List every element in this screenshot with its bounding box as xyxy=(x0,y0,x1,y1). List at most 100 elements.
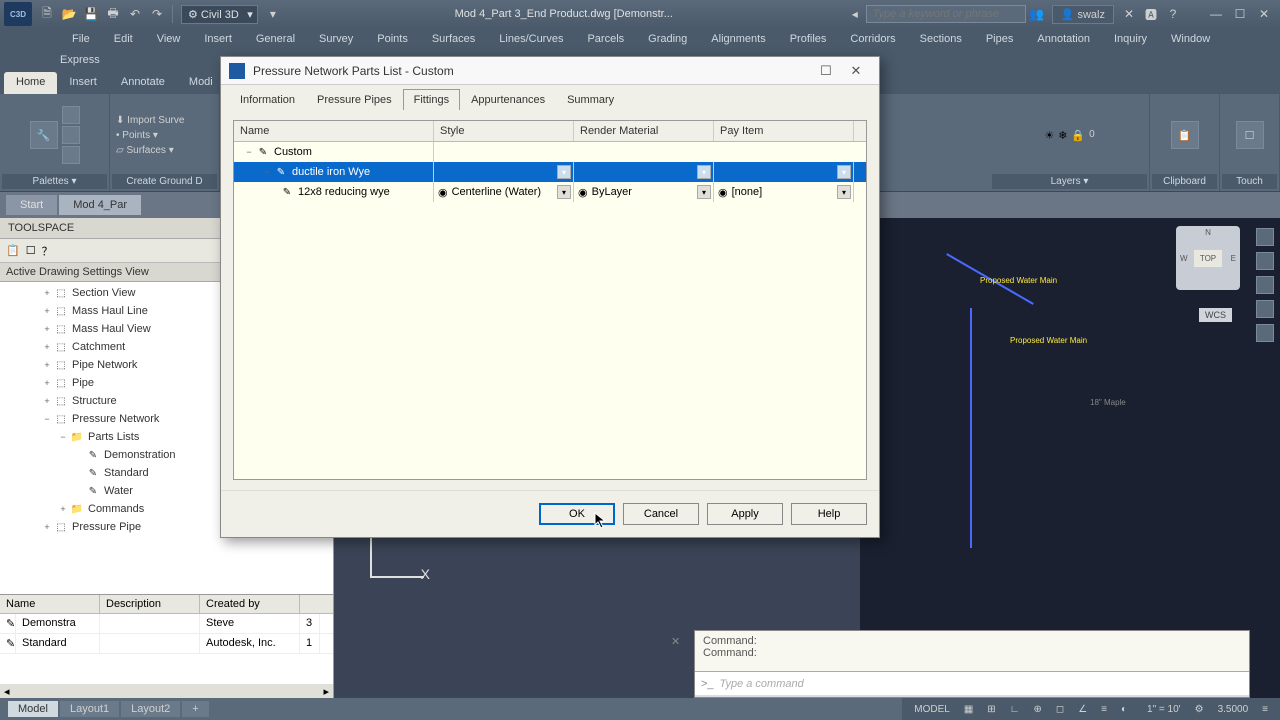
lineweight-icon[interactable]: ≡ xyxy=(1097,704,1111,715)
menu-pipes[interactable]: Pipes xyxy=(974,28,1026,50)
touch-icon[interactable]: ☐ xyxy=(1236,121,1264,149)
qat-redo-icon[interactable]: ↷ xyxy=(147,4,167,24)
command-line[interactable]: ✕ Command: Command: >_ Type a command xyxy=(694,630,1250,698)
file-tab[interactable]: Start xyxy=(6,195,57,215)
points-button[interactable]: • Points ▾ xyxy=(116,130,158,141)
ts-btn-icon[interactable]: ☐ xyxy=(26,244,36,257)
cell-dropdown-icon[interactable]: ▾ xyxy=(697,165,711,179)
menu-file[interactable]: File xyxy=(60,28,102,50)
menu-edit[interactable]: Edit xyxy=(102,28,145,50)
grid-row[interactable]: ✎StandardAutodesk, Inc.1 xyxy=(0,634,333,654)
menu-lines/curves[interactable]: Lines/Curves xyxy=(487,28,575,50)
parts-row[interactable]: ✎12x8 reducing wye◉Centerline (Water)▾◉B… xyxy=(234,182,866,202)
qat-new-icon[interactable]: 🗎 xyxy=(37,4,57,24)
cell-dropdown-icon[interactable]: ▾ xyxy=(557,185,571,199)
parts-row[interactable]: −✎Custom xyxy=(234,142,866,162)
layout-tab[interactable]: Layout1 xyxy=(60,701,119,717)
ok-button[interactable]: OK xyxy=(539,503,615,525)
otrack-icon[interactable]: ∠ xyxy=(1074,704,1091,715)
layout-tab[interactable]: Layout2 xyxy=(121,701,180,717)
scrollbar[interactable]: ◂▸ xyxy=(0,684,333,698)
dialog-tab-pressure-pipes[interactable]: Pressure Pipes xyxy=(306,89,403,110)
menu-inquiry[interactable]: Inquiry xyxy=(1102,28,1159,50)
import-survey-button[interactable]: ⬇ Import Surve xyxy=(116,115,184,126)
pan-icon[interactable] xyxy=(1256,228,1274,246)
cmd-close-icon[interactable]: ✕ xyxy=(671,635,680,648)
menu-corridors[interactable]: Corridors xyxy=(838,28,907,50)
transparency-icon[interactable]: ◐ xyxy=(1117,704,1131,715)
file-tab[interactable]: Mod 4_Par xyxy=(59,195,141,215)
maximize-icon[interactable]: ☐ xyxy=(1228,4,1252,24)
parts-list-grid[interactable]: NameDescriptionCreated by ✎DemonstraStev… xyxy=(0,594,333,684)
ribbon-tab[interactable]: Modi xyxy=(177,72,225,94)
panel-label[interactable]: Clipboard xyxy=(1152,174,1217,189)
close-icon[interactable]: ✕ xyxy=(1252,4,1276,24)
qat-save-icon[interactable]: 💾 xyxy=(81,4,101,24)
menu-annotation[interactable]: Annotation xyxy=(1025,28,1102,50)
ts-btn-icon[interactable]: ？ xyxy=(42,243,53,259)
menu-profiles[interactable]: Profiles xyxy=(778,28,839,50)
workspace-dropdown[interactable]: ⚙ Civil 3D xyxy=(181,5,258,24)
wcs-badge[interactable]: WCS xyxy=(1199,308,1232,322)
panel-btn-icon[interactable] xyxy=(62,106,80,124)
viewcube[interactable]: N W TOP E xyxy=(1176,226,1240,290)
menu-general[interactable]: General xyxy=(244,28,307,50)
viewcube-top[interactable]: TOP xyxy=(1194,250,1222,267)
sun-icon[interactable]: ☀ xyxy=(1044,129,1054,142)
steering-icon[interactable] xyxy=(1256,300,1274,318)
gear-icon[interactable]: ⚙ xyxy=(1191,704,1208,715)
snap-icon[interactable]: ⊞ xyxy=(983,704,999,715)
parts-column-header[interactable]: Render Material xyxy=(574,121,714,141)
autodesk-icon[interactable]: 🅰 xyxy=(1141,4,1161,24)
command-input[interactable]: >_ Type a command xyxy=(695,671,1249,695)
parts-row[interactable]: −✎ductile iron Wye▾▾▾ xyxy=(234,162,866,182)
cell-dropdown-icon[interactable]: ▾ xyxy=(837,165,851,179)
cell-dropdown-icon[interactable]: ▾ xyxy=(557,165,571,179)
layout-tab[interactable]: + xyxy=(182,701,208,717)
parts-column-header[interactable]: Style xyxy=(434,121,574,141)
menu-insert[interactable]: Insert xyxy=(192,28,244,50)
ribbon-tab[interactable]: Insert xyxy=(57,72,109,94)
panel-label[interactable]: Palettes ▾ xyxy=(2,174,107,189)
customize-icon[interactable]: ≡ xyxy=(1258,704,1272,715)
menu-points[interactable]: Points xyxy=(365,28,420,50)
grid-header[interactable]: Description xyxy=(100,595,200,613)
dialog-titlebar[interactable]: Pressure Network Parts List - Custom ☐ ✕ xyxy=(221,57,879,85)
parts-column-header[interactable]: Pay Item xyxy=(714,121,854,141)
panel-label[interactable]: Create Ground D xyxy=(112,174,217,189)
dialog-maximize-icon[interactable]: ☐ xyxy=(811,63,841,79)
search-input[interactable] xyxy=(866,5,1026,23)
panel-label[interactable]: Touch xyxy=(1222,174,1277,189)
freeze-icon[interactable]: ❄ xyxy=(1058,129,1067,142)
cancel-button[interactable]: Cancel xyxy=(623,503,699,525)
infocenter-icon[interactable]: 👥 xyxy=(1027,4,1047,24)
menu-parcels[interactable]: Parcels xyxy=(575,28,636,50)
toolspace-icon[interactable]: 🔧 xyxy=(30,121,58,149)
layout-tab[interactable]: Model xyxy=(8,701,58,717)
qat-share-icon[interactable]: ▾ xyxy=(263,4,283,24)
dialog-tab-appurtenances[interactable]: Appurtenances xyxy=(460,89,556,110)
dialog-close-icon[interactable]: ✕ xyxy=(841,63,871,79)
surfaces-button[interactable]: ▱ Surfaces ▾ xyxy=(116,145,174,156)
apply-button[interactable]: Apply xyxy=(707,503,783,525)
menu-view[interactable]: View xyxy=(145,28,193,50)
menu-surfaces[interactable]: Surfaces xyxy=(420,28,487,50)
grid-row[interactable]: ✎DemonstraSteve3 xyxy=(0,614,333,634)
dialog-tab-summary[interactable]: Summary xyxy=(556,89,625,110)
menu-grading[interactable]: Grading xyxy=(636,28,699,50)
anno-scale[interactable]: 1" = 10' xyxy=(1143,704,1185,715)
menu-sections[interactable]: Sections xyxy=(908,28,974,50)
menu-window[interactable]: Window xyxy=(1159,28,1222,50)
cell-dropdown-icon[interactable]: ▾ xyxy=(837,185,851,199)
polar-icon[interactable]: ⊕ xyxy=(1029,704,1045,715)
nav-left-icon[interactable]: ◂ xyxy=(845,4,865,24)
model-button[interactable]: MODEL xyxy=(910,704,954,715)
grid-header[interactable]: Created by xyxy=(200,595,300,613)
qat-undo-icon[interactable]: ↶ xyxy=(125,4,145,24)
panel-btn-icon[interactable] xyxy=(62,146,80,164)
qat-plot-icon[interactable]: 🖶 xyxy=(103,4,123,24)
ts-btn-icon[interactable]: 📋 xyxy=(6,244,20,257)
ortho-icon[interactable]: ∟ xyxy=(1006,704,1024,715)
paste-icon[interactable]: 📋 xyxy=(1171,121,1199,149)
dialog-tab-information[interactable]: Information xyxy=(229,89,306,110)
